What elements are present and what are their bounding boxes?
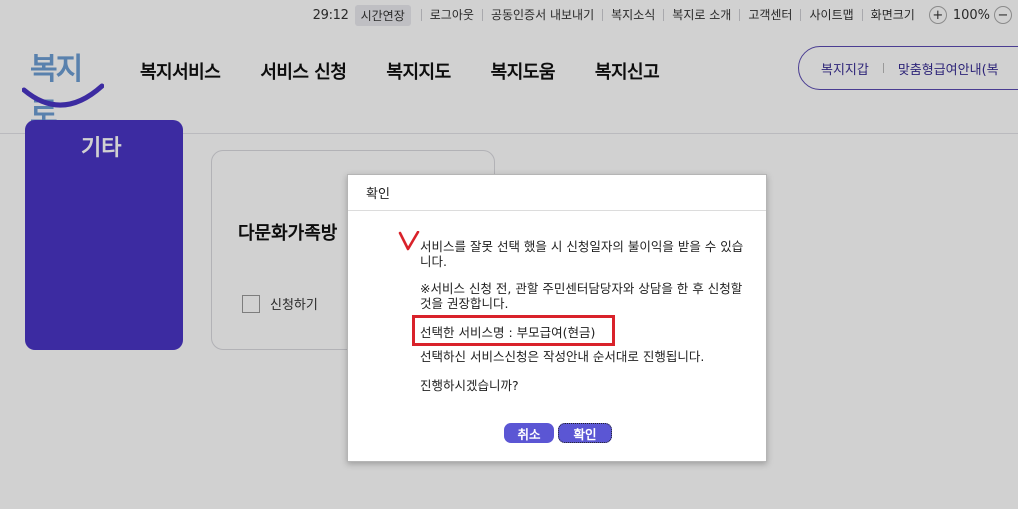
process-notice: 선택하신 서비스신청은 작성안내 순서대로 진행됩니다. (420, 349, 705, 364)
dialog-title: 확인 (366, 187, 390, 202)
confirm-dialog: 확인 서비스를 잘못 선택 했을 시 신청일자의 불이익을 받을 수 있습니다.… (347, 174, 767, 462)
warning-message: 서비스를 잘못 선택 했을 시 신청일자의 불이익을 받을 수 있습니다. (420, 239, 744, 269)
red-check-mark-icon (398, 231, 420, 251)
consultation-notice: ※서비스 신청 전, 관할 주민센터담당자와 상담을 한 후 신청할 것을 권장… (420, 281, 743, 311)
dialog-buttons: 취소 확인 (504, 423, 616, 443)
proceed-question: 진행하시겠습니까? (420, 378, 519, 393)
cancel-button[interactable]: 취소 (504, 423, 554, 443)
dialog-header: 확인 (348, 175, 766, 211)
confirm-button[interactable]: 확인 (558, 423, 612, 443)
selected-service-name: 선택한 서비스명 : 부모급여(현금) (420, 325, 596, 340)
